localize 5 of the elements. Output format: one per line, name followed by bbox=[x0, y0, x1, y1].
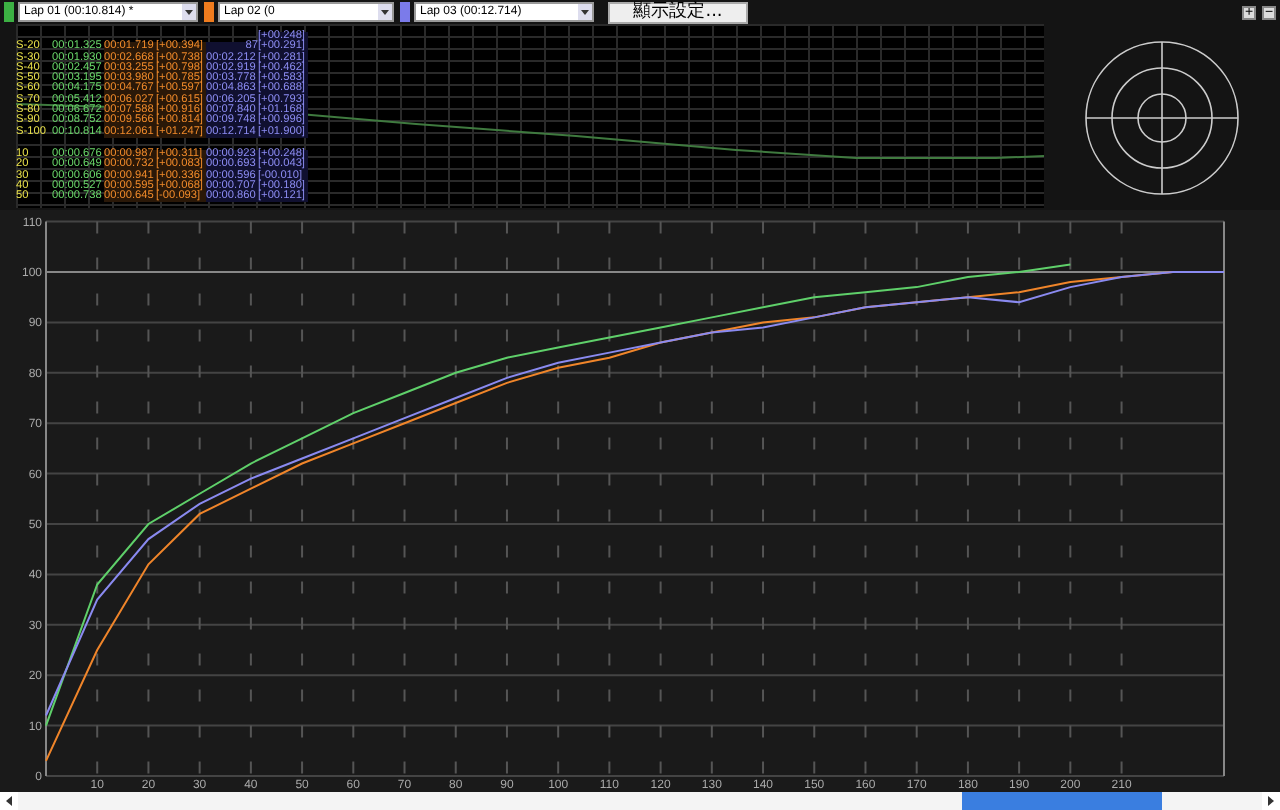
dropdown-caret-icon[interactable] bbox=[378, 4, 392, 20]
display-settings-button[interactable]: 顯示設定... bbox=[608, 1, 748, 23]
dropdown-caret-icon[interactable] bbox=[182, 4, 196, 20]
dropdown-caret-icon[interactable] bbox=[578, 4, 592, 20]
scrollbar-thumb[interactable] bbox=[962, 792, 1162, 810]
